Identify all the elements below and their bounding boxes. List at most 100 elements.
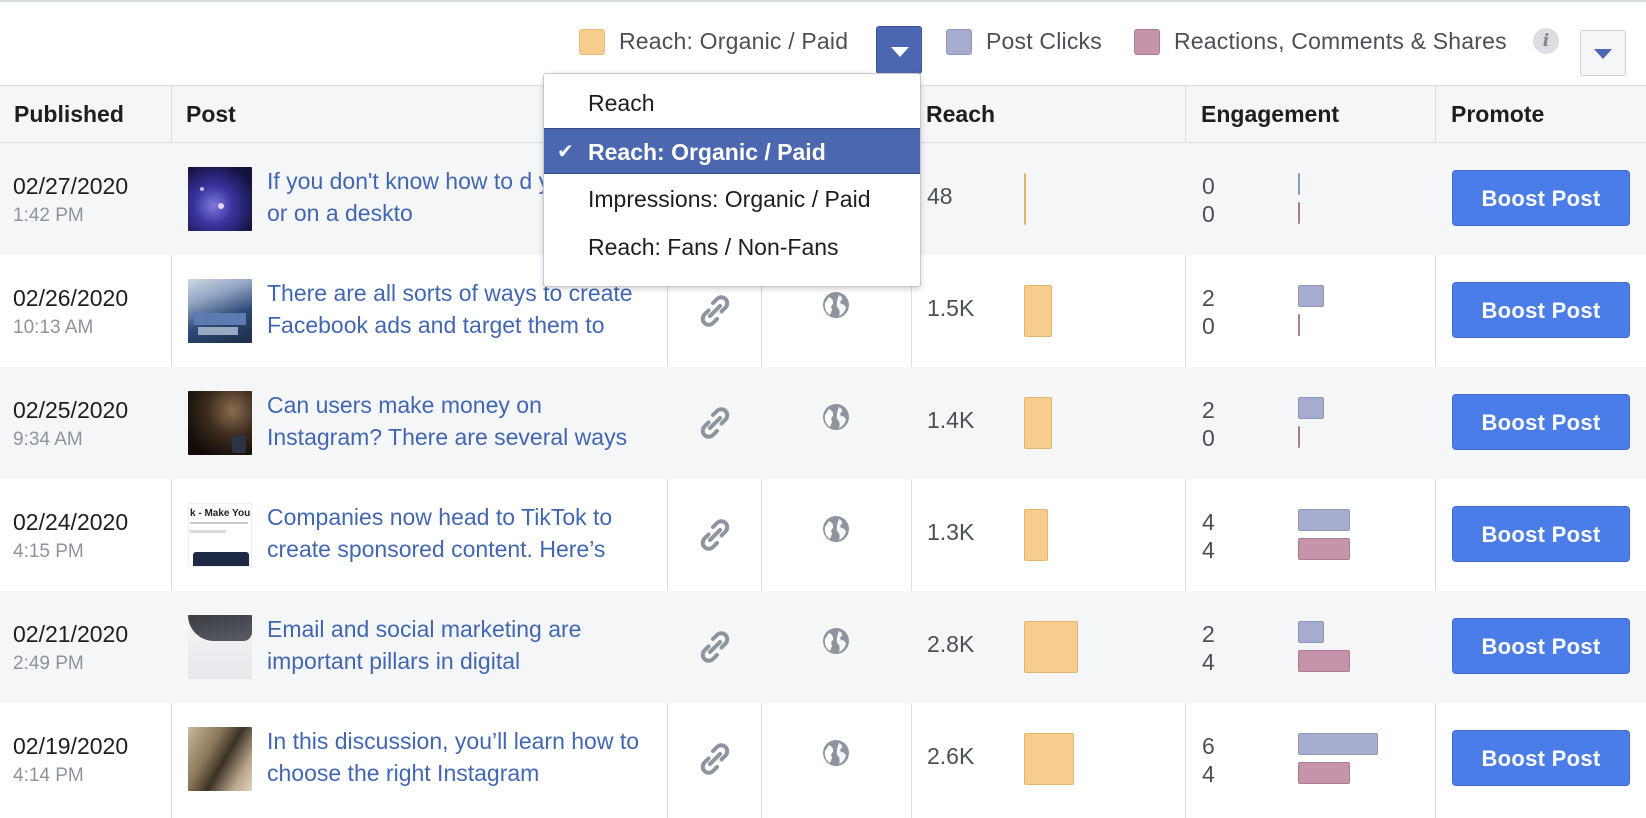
header-engagement[interactable]: Engagement [1187,86,1339,143]
published-time: 2:49 PM [13,653,84,674]
published-time: 4:15 PM [13,541,84,562]
post-thumbnail[interactable] [188,615,252,679]
reach-value: 1.3K [927,519,975,545]
reactions-value: 0 [1202,313,1215,339]
reach-metric-menu: Reach ✔ Reach: Organic / Paid Impression… [543,73,921,287]
published-time: 4:14 PM [13,765,84,786]
reactions-value: 4 [1202,649,1215,675]
boost-post-button[interactable]: Boost Post [1452,506,1630,562]
published-time: 9:34 AM [13,429,83,450]
published-date: 02/25/2020 [13,397,129,423]
post-clicks-value: 2 [1202,285,1215,311]
post-clicks-bar [1298,733,1378,755]
reach-value: 1.4K [927,407,975,433]
table-row: 02/25/2020 9:34 AM Can users make money … [0,367,1646,479]
reactions-value: 0 [1202,425,1215,451]
reactions-value: 4 [1202,761,1215,787]
post-clicks-value: 4 [1202,509,1215,535]
link-icon[interactable] [697,517,733,553]
legend-label-clicks: Post Clicks [986,28,1102,54]
post-thumbnail[interactable]: k - Make Your [188,503,252,567]
reach-value: 48 [927,183,953,209]
link-icon[interactable] [697,629,733,665]
chevron-down-icon [891,47,909,57]
boost-post-button[interactable]: Boost Post [1452,170,1630,226]
reach-bar [1024,621,1078,673]
reactions-bar [1298,538,1350,560]
post-link[interactable]: In this discussion, you’ll learn how to … [267,725,662,789]
legend-swatch-reach [579,28,605,55]
post-thumbnail[interactable] [188,391,252,455]
post-clicks-value: 6 [1202,733,1215,759]
thumbnail-caption: k - Make Your [190,508,252,519]
reactions-value: 4 [1202,537,1215,563]
menu-item-impressions-organic-paid[interactable]: Impressions: Organic / Paid [544,176,920,222]
post-clicks-value: 2 [1202,397,1215,423]
globe-icon [823,740,849,766]
table-row: 02/19/2020 4:14 PM In this discussion, y… [0,703,1646,815]
link-icon[interactable] [697,293,733,329]
legend-label-reach: Reach: Organic / Paid [619,28,849,54]
post-thumbnail[interactable] [188,167,252,231]
boost-post-button[interactable]: Boost Post [1452,282,1630,338]
legend-reach: Reach: Organic / Paid [579,28,848,55]
reach-bar [1024,733,1074,785]
menu-item-label: Reach [588,90,655,116]
reach-value: 1.5K [927,295,975,321]
reach-value: 2.6K [927,743,975,769]
published-time: 10:13 AM [13,317,94,338]
header-published[interactable]: Published [0,86,124,143]
globe-icon [823,404,849,430]
header-promote: Promote [1451,101,1545,127]
post-clicks-bar [1298,173,1300,195]
post-clicks-bar [1298,509,1350,531]
reach-bar [1024,397,1052,449]
published-date: 02/19/2020 [13,733,129,759]
published-time: 1:42 PM [13,205,84,226]
post-thumbnail[interactable] [188,279,252,343]
link-icon[interactable] [697,741,733,777]
post-link[interactable]: Can users make money on Instagram? There… [267,389,662,453]
table-row: 02/24/2020 4:15 PM k - Make Your Compani… [0,479,1646,591]
post-link[interactable]: Companies now head to TikTok to create s… [267,501,662,565]
boost-post-button[interactable]: Boost Post [1452,618,1630,674]
published-date: 02/21/2020 [13,621,129,647]
published-date: 02/24/2020 [13,509,129,535]
boost-post-button[interactable]: Boost Post [1452,394,1630,450]
legend-post-clicks: Post Clicks [946,28,1102,55]
reach-metric-dropdown-button[interactable] [876,26,922,74]
header-reach[interactable]: Reach [912,86,995,143]
published-date: 02/27/2020 [13,173,129,199]
reactions-bar [1298,426,1300,448]
legend-swatch-reactions [1134,28,1160,55]
post-link[interactable]: Email and social marketing are important… [267,613,662,677]
table-row: 02/21/2020 2:49 PM Email and social mark… [0,591,1646,703]
globe-icon [823,628,849,654]
reach-bar [1024,509,1048,561]
globe-icon [823,516,849,542]
reactions-bar [1298,314,1300,336]
boost-post-button[interactable]: Boost Post [1452,730,1630,786]
reach-bar [1024,173,1026,225]
menu-item-reach[interactable]: Reach [544,80,920,126]
reactions-bar [1298,650,1350,672]
legend-reactions: Reactions, Comments & Shares [1134,28,1507,55]
post-clicks-bar [1298,397,1324,419]
info-icon[interactable]: i [1533,28,1559,54]
menu-item-label: Reach: Fans / Non-Fans [588,234,839,260]
menu-item-label: Reach: Organic / Paid [588,139,826,165]
menu-item-reach-fans-non-fans[interactable]: Reach: Fans / Non-Fans [544,224,920,270]
globe-icon [823,292,849,318]
header-post[interactable]: Post [172,86,236,143]
engagement-metric-dropdown-button[interactable] [1580,30,1626,76]
reactions-bar [1298,762,1350,784]
reach-bar [1024,285,1052,337]
post-clicks-bar [1298,285,1324,307]
legend-label-reactions: Reactions, Comments & Shares [1174,28,1507,54]
reactions-bar [1298,202,1300,224]
post-clicks-value: 2 [1202,621,1215,647]
menu-item-reach-organic-paid[interactable]: ✔ Reach: Organic / Paid [544,128,920,174]
link-icon[interactable] [697,405,733,441]
post-thumbnail[interactable] [188,727,252,791]
reach-value: 2.8K [927,631,975,657]
